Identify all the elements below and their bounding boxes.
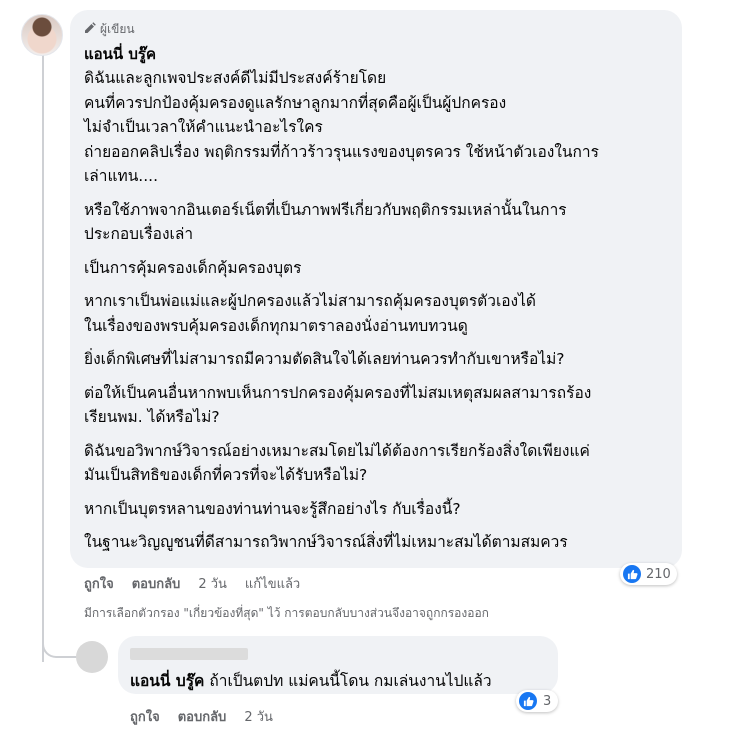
reply-actions: ถูกใจ ตอบกลับ 2 วัน bbox=[130, 706, 291, 727]
thread-connector bbox=[42, 630, 78, 658]
reply-mention[interactable]: แอนนี่ บรู๊ค bbox=[130, 672, 204, 690]
main-comment-actions: ถูกใจ ตอบกลับ 2 วัน แก้ไขแล้ว bbox=[84, 573, 318, 594]
reply-text-line: แอนนี่ บรู๊ค ถ้าเป็นตปท แม่คนนี้โดน กมเล… bbox=[130, 668, 492, 693]
reply-reaction-summary[interactable]: 3 bbox=[516, 690, 559, 712]
author-name[interactable]: แอนนี่ บรู๊ค bbox=[84, 42, 156, 66]
comment-paragraph: เป็นการคุ้มครองเด็กคุ้มครองบุตร bbox=[84, 258, 302, 277]
reply-like-button[interactable]: ถูกใจ bbox=[130, 706, 160, 727]
reply-button[interactable]: ตอบกลับ bbox=[132, 573, 181, 594]
comment-timestamp[interactable]: 2 วัน bbox=[198, 573, 227, 594]
reply-text: ถ้าเป็นตปท แม่คนนี้โดน กมเล่นงานไปแล้ว bbox=[209, 672, 492, 690]
comment-body: ดิฉันและลูกเพจประสงค์ดีไม่มีประสงค์ร้ายโ… bbox=[84, 66, 674, 564]
main-comment-bubble: ผู้เขียน แอนนี่ บรู๊ค ดิฉันและลูกเพจประส… bbox=[70, 10, 682, 568]
reply-comment-bubble: แอนนี่ บรู๊ค ถ้าเป็นตปท แม่คนนี้โดน กมเล… bbox=[118, 636, 558, 694]
author-badge: ผู้เขียน bbox=[84, 20, 135, 39]
comment-paragraph: หากเป็นบุตรหลานของท่านท่านจะรู้สึกอย่างไ… bbox=[84, 499, 461, 518]
reaction-summary[interactable]: 210 bbox=[620, 563, 677, 585]
pencil-icon bbox=[84, 22, 96, 37]
reply-avatar[interactable] bbox=[76, 641, 108, 673]
author-badge-label: ผู้เขียน bbox=[100, 22, 135, 36]
like-icon bbox=[519, 692, 537, 710]
comment-paragraph: ต่อให้เป็นคนอื่นหากพบเห็นการปกครองคุ้มคร… bbox=[84, 383, 592, 427]
reaction-count: 210 bbox=[646, 566, 671, 582]
comment-paragraph: หากเราเป็นพ่อแม่และผู้ปกครองแล้วไม่สามาร… bbox=[84, 292, 536, 335]
thread-line bbox=[42, 52, 44, 662]
redacted-name bbox=[130, 648, 248, 660]
filter-note: มีการเลือกตัวกรอง "เกี่ยวข้องที่สุด" ไว้… bbox=[84, 606, 489, 620]
comment-paragraph: ยิ่งเด็กพิเศษที่ไม่สามารถมีความตัดสินใจไ… bbox=[84, 350, 565, 368]
reply-timestamp[interactable]: 2 วัน bbox=[244, 706, 273, 727]
comment-paragraph: หรือใช้ภาพจากอินเตอร์เน็ตที่เป็นภาพฟรีเก… bbox=[84, 200, 567, 244]
like-button[interactable]: ถูกใจ bbox=[84, 573, 114, 594]
comment-paragraph: ในฐานะวิญญูชนที่ดีสามารถวิพากษ์วิจารณ์สิ… bbox=[84, 533, 568, 551]
like-icon bbox=[623, 565, 641, 583]
comment-paragraph: ดิฉันและลูกเพจประสงค์ดีไม่มีประสงค์ร้ายโ… bbox=[84, 69, 599, 185]
comment-paragraph: ดิฉันขอวิพากษ์วิจารณ์อย่างเหมาะสมโดยไม่ไ… bbox=[84, 441, 590, 485]
author-avatar[interactable] bbox=[21, 14, 63, 56]
reply-reply-button[interactable]: ตอบกลับ bbox=[178, 706, 227, 727]
reply-reaction-count: 3 bbox=[543, 693, 552, 709]
edited-label: แก้ไขแล้ว bbox=[244, 577, 301, 592]
